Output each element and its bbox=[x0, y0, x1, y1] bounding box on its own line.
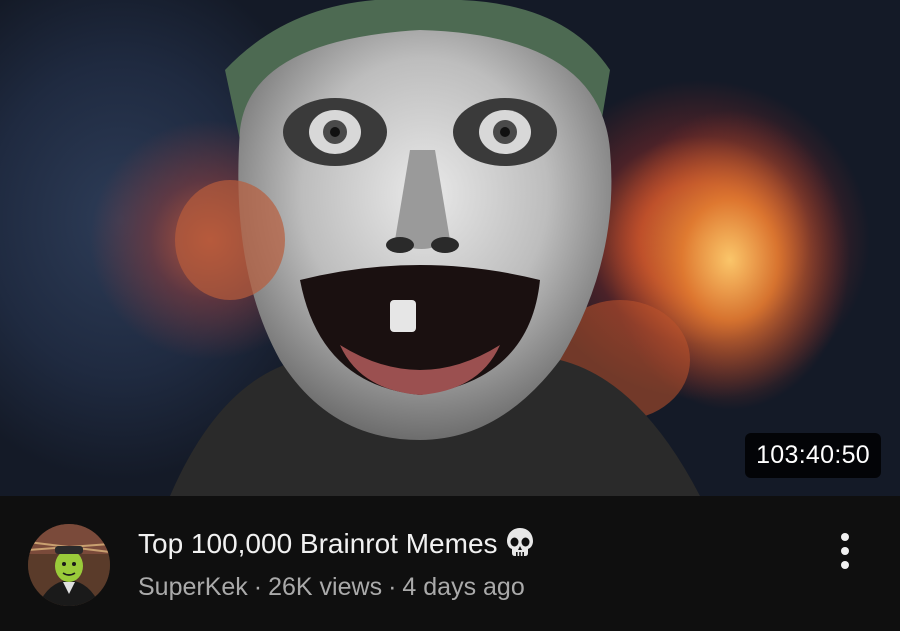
more-options-button[interactable] bbox=[828, 526, 864, 576]
skull-icon bbox=[504, 526, 536, 569]
separator: · bbox=[253, 573, 263, 601]
video-title-text: Top 100,000 Brainrot Memes bbox=[138, 528, 498, 559]
more-vert-icon-dot bbox=[841, 547, 849, 555]
more-vert-icon-dot bbox=[841, 561, 849, 569]
video-card[interactable]: 103:40:50 Top 100,000 Brainrot Memes Sup… bbox=[0, 0, 900, 631]
video-subtitle: SuperKek · 26K views · 4 days ago bbox=[138, 570, 525, 604]
video-meta: Top 100,000 Brainrot Memes SuperKek · 26K … bbox=[0, 496, 900, 631]
channel-avatar[interactable] bbox=[28, 524, 110, 606]
view-count: 26K views bbox=[268, 573, 383, 601]
more-vert-icon bbox=[841, 533, 849, 541]
thumbnail-image bbox=[170, 0, 850, 496]
publish-date: 4 days ago bbox=[402, 573, 525, 601]
avatar-image bbox=[28, 524, 110, 606]
video-title[interactable]: Top 100,000 Brainrot Memes bbox=[138, 524, 798, 569]
duration-badge: 103:40:50 bbox=[745, 433, 881, 478]
channel-name[interactable]: SuperKek bbox=[138, 573, 248, 601]
video-thumbnail[interactable]: 103:40:50 bbox=[0, 0, 900, 496]
separator: · bbox=[388, 573, 397, 601]
